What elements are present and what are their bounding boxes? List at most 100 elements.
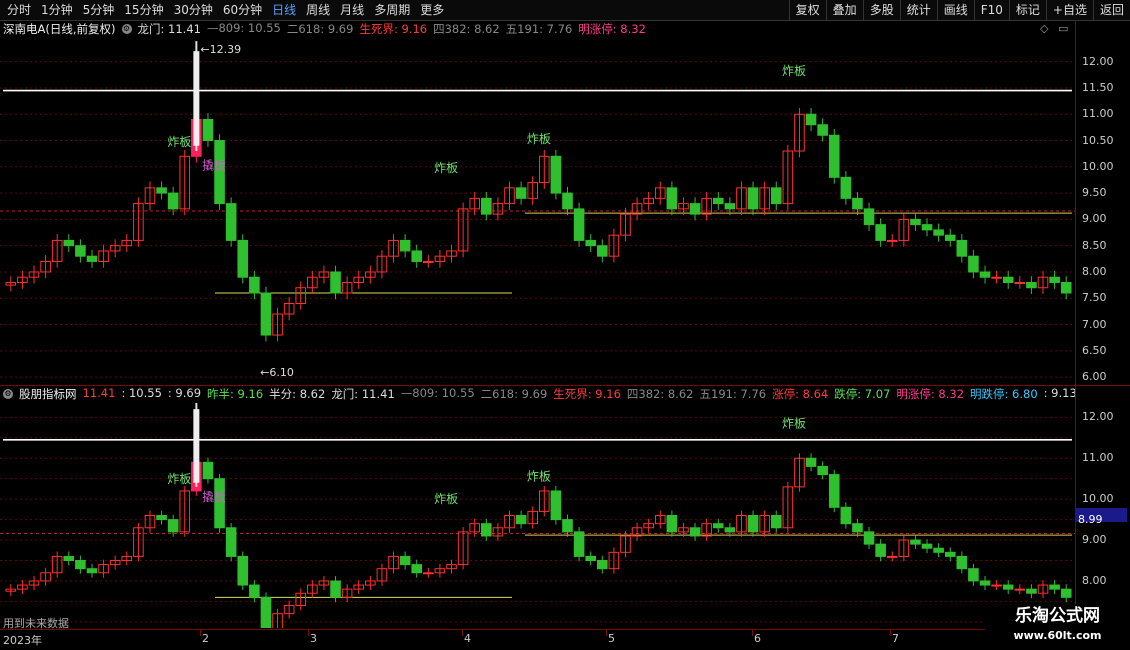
indicator-value: 五191: 7.76 — [505, 22, 573, 36]
month-tick — [752, 630, 753, 636]
candle-body — [330, 271, 341, 294]
candle-body — [1026, 588, 1037, 594]
candle-body — [481, 523, 492, 537]
axis-tick-label: 9.50 — [1082, 186, 1107, 200]
candle-body — [979, 271, 991, 278]
window-box-icon[interactable]: ▭ — [1058, 22, 1068, 35]
period-tab[interactable]: 日线 — [267, 0, 301, 20]
candle-body — [840, 176, 852, 199]
indicator-value: 生死界: 9.16 — [359, 22, 428, 36]
spike-candle-body — [193, 409, 200, 483]
indicator-value: 涨停: 8.64 — [772, 387, 829, 401]
stock-title[interactable]: 深南电A(日线,前复权) — [3, 21, 116, 37]
period-tab[interactable]: 多周期 — [369, 0, 415, 20]
main-price-axis: 12.00 11.50 11.00 10.50 10.00 9.50 9.00 8.50 8.0… — [1075, 21, 1130, 385]
tool-button[interactable]: 叠加 — [825, 0, 863, 20]
indicator-value: 明跌停: 6.80 — [970, 387, 1038, 401]
candle-body — [852, 197, 863, 210]
tool-button[interactable]: F10 — [973, 0, 1009, 20]
indicator-value: 四382: 8.62 — [626, 387, 694, 401]
candle-body — [481, 197, 492, 215]
candle-body — [237, 239, 249, 278]
candle-body — [260, 596, 272, 628]
tool-button[interactable]: 复权 — [788, 0, 826, 20]
candle-body — [910, 539, 921, 545]
blast-board-tag: 炸板 — [434, 161, 458, 175]
settings-icon[interactable]: ⚙ — [121, 24, 132, 34]
indicator-value: 生死界: 9.16 — [553, 387, 621, 401]
tool-button[interactable]: +自选 — [1045, 0, 1093, 20]
period-tab[interactable]: 分时 — [2, 0, 36, 20]
watermark-url: www.60lt.com — [1013, 629, 1102, 642]
period-tab[interactable]: 60分钟 — [218, 0, 267, 20]
candle-body — [817, 465, 828, 476]
candle-body — [875, 224, 886, 241]
indicator-value: 跌停: 7.07 — [834, 387, 891, 401]
candle-body — [411, 564, 423, 574]
tool-button[interactable]: 返回 — [1092, 0, 1130, 20]
candle-body — [1002, 584, 1014, 590]
main-candle-chart[interactable]: 炸板炸板炸板炸板撬板←12.39←6.10 — [0, 38, 1075, 385]
indicator-value: 四382: 8.62 — [433, 22, 500, 36]
period-tab[interactable]: 5分钟 — [78, 0, 120, 20]
tool-button[interactable]: 统计 — [899, 0, 937, 20]
period-tab[interactable]: 15分钟 — [119, 0, 168, 20]
candle-body — [399, 239, 411, 252]
candle-body — [423, 260, 434, 263]
blast-board-tag: 炸板 — [782, 64, 806, 78]
settings-icon[interactable]: ⚙ — [3, 389, 13, 399]
candle-body — [933, 229, 944, 236]
tool-button[interactable]: 画线 — [936, 0, 974, 20]
month-tick — [890, 630, 891, 636]
indicator-value: : 10.55 — [121, 386, 162, 400]
axis-tick-label: 7.50 — [1082, 291, 1107, 305]
axis-tick-label: 10.00 — [1082, 492, 1114, 506]
blast-board-tag: 炸板 — [167, 472, 191, 486]
pry-board-tag: 撬板 — [202, 490, 226, 504]
period-tab[interactable]: 周线 — [301, 0, 335, 20]
candle-body — [249, 276, 260, 294]
candle-body — [1026, 281, 1037, 289]
candle-body — [202, 461, 214, 480]
candle-body — [956, 239, 968, 257]
candle-body — [562, 192, 573, 210]
candle-body — [712, 197, 724, 205]
spike-candle-body — [193, 51, 200, 146]
indicator-value: 二618: 9.69 — [480, 387, 548, 401]
watermark-logo: 乐淘公式网 www.60lt.com — [985, 604, 1130, 650]
month-label: 2 — [202, 632, 209, 645]
tool-button[interactable]: 标记 — [1008, 0, 1046, 20]
indicator-chart[interactable]: 炸板炸板炸板炸板撬板 — [0, 403, 1075, 628]
candle-body — [886, 239, 898, 242]
diamond-icon[interactable]: ◇ — [1040, 22, 1048, 35]
indicator-name[interactable]: 股朋指标网 — [19, 386, 77, 402]
candle-body — [921, 543, 933, 549]
candle-body — [585, 555, 596, 561]
month-tick — [308, 630, 309, 636]
period-tab[interactable]: 更多 — [415, 0, 449, 20]
period-tab[interactable]: 月线 — [335, 0, 369, 20]
candle-body — [875, 543, 886, 557]
candle-body — [944, 234, 956, 241]
candle-body — [689, 527, 701, 537]
tool-button[interactable]: 多股 — [862, 0, 900, 20]
candle-body — [156, 515, 167, 521]
candle-body — [712, 523, 724, 529]
indicator-value: —809: 10.55 — [206, 21, 281, 35]
month-label: 6 — [754, 632, 761, 645]
period-tab[interactable]: 30分钟 — [169, 0, 218, 20]
candle-body — [770, 187, 782, 205]
indicator-value: 明涨停: 8.32 — [896, 387, 965, 401]
candle-body — [933, 547, 944, 553]
candle-body — [805, 113, 817, 126]
candle-body — [330, 580, 341, 598]
candle-body — [260, 292, 272, 336]
period-tab[interactable]: 1分钟 — [36, 0, 78, 20]
indicator-value: 明涨停: 8.32 — [578, 22, 646, 36]
year-label: 2023年 — [3, 634, 42, 647]
tool-buttons: 复权 叠加 多股 统计 画线 F10 标记 +自选 返回 — [788, 0, 1130, 20]
candle-body — [921, 224, 933, 231]
candle-body — [63, 239, 75, 247]
candle-body — [724, 203, 736, 210]
candle-body — [747, 515, 759, 533]
